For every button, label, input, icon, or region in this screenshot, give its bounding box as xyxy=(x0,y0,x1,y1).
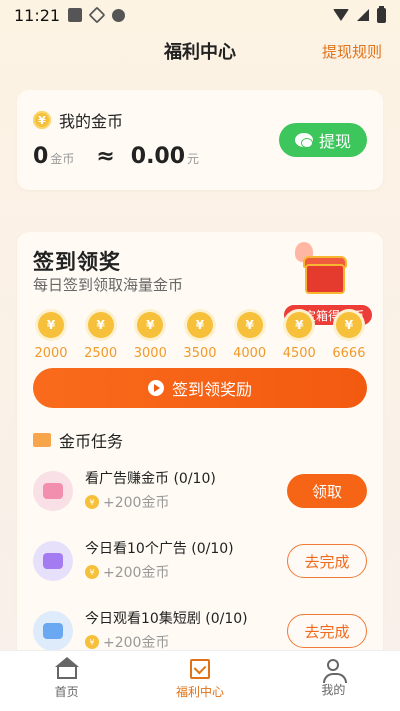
signin-subtitle: 每日签到领取海量金币 xyxy=(33,276,184,294)
coin-icon: ¥ xyxy=(286,312,313,338)
treasure-chest-icon[interactable] xyxy=(291,242,361,302)
signin-day-amount: 3000 xyxy=(133,346,167,361)
signin-card: 签到领奖 每日签到领取海量金币 开宝箱得金币 ¥2000 ¥2500 ¥3000… xyxy=(17,232,383,692)
coin-icon: ¥ xyxy=(186,312,213,338)
home-icon xyxy=(54,657,79,679)
signin-day-amount: 2000 xyxy=(34,346,68,361)
nav-home[interactable]: 首页 xyxy=(0,651,133,711)
task-reward: ¥ +200金币 xyxy=(85,632,169,652)
nav-welfare[interactable]: 福利中心 xyxy=(133,651,266,711)
app-notification-icon xyxy=(112,8,126,22)
nav-me-label: 我的 xyxy=(321,683,346,697)
coin-count-unit: 金币 xyxy=(50,152,75,166)
signin-day: ¥3000 xyxy=(126,312,174,361)
signin-days: ¥2000 ¥2500 ¥3000 ¥3500 ¥4000 ¥4500 ¥666… xyxy=(27,312,373,361)
nav-home-label: 首页 xyxy=(54,685,79,699)
task-claim-button[interactable]: 领取 xyxy=(287,474,367,508)
coin-icon: ¥ xyxy=(33,111,51,129)
task-reward: ¥ +200金币 xyxy=(85,492,169,512)
signin-day-amount: 3500 xyxy=(183,346,217,361)
task-reward: ¥ +200金币 xyxy=(85,562,169,582)
package-icon xyxy=(88,6,106,24)
withdraw-button[interactable]: 提现 xyxy=(279,123,367,157)
bottom-nav: 首页 福利中心 我的 xyxy=(0,650,400,711)
signin-button-label: 签到领奖励 xyxy=(171,380,252,399)
task-row: 看广告赚金币 (0/10) ¥ +200金币 领取 xyxy=(33,468,367,514)
withdraw-rules-link[interactable]: 提现规则 xyxy=(322,41,382,62)
task-reward-text: +200金币 xyxy=(103,565,170,581)
tasks-heading: 金币任务 xyxy=(33,428,123,452)
ad-icon xyxy=(33,541,73,581)
task-name: 今日观看10集短剧 (0/10) xyxy=(85,611,248,627)
wifi-icon xyxy=(333,9,349,21)
signin-day: ¥6666 xyxy=(325,312,373,361)
signin-day: ¥3500 xyxy=(176,312,224,361)
signin-reward-button[interactable]: 签到领奖励 xyxy=(33,368,367,408)
task-reward-text: +200金币 xyxy=(103,495,170,511)
task-name: 看广告赚金币 (0/10) xyxy=(85,471,216,487)
task-complete-button[interactable]: 去完成 xyxy=(287,544,367,578)
tasks-heading-label: 金币任务 xyxy=(59,432,124,451)
money-unit: 元 xyxy=(187,152,200,166)
wechat-icon xyxy=(294,133,313,148)
page-header: 福利中心 提现规则 xyxy=(0,30,400,72)
coin-icon: ¥ xyxy=(236,312,263,338)
task-row: 今日看10个广告 (0/10) ¥ +200金币 去完成 xyxy=(33,538,367,584)
user-icon xyxy=(323,659,348,683)
signin-day: ¥4000 xyxy=(226,312,274,361)
coins-card: ¥ 我的金币 0 金币 ≈ 0.00 元 提现 xyxy=(17,90,383,190)
coin-icon: ¥ xyxy=(38,312,64,338)
coin-count: 0 xyxy=(33,144,49,169)
battery-icon xyxy=(377,5,386,23)
coin-icon: ¥ xyxy=(85,495,99,509)
drama-icon xyxy=(33,611,73,651)
task-complete-button[interactable]: 去完成 xyxy=(287,614,367,648)
coin-icon: ¥ xyxy=(85,565,99,579)
notification-icon xyxy=(68,8,83,22)
status-time: 11:21 xyxy=(14,5,61,25)
signin-day-amount: 4500 xyxy=(282,346,316,361)
signin-day: ¥2500 xyxy=(77,312,125,361)
nav-welfare-label: 福利中心 xyxy=(175,685,224,699)
page-title: 福利中心 xyxy=(164,42,236,63)
welfare-icon xyxy=(189,659,210,679)
coin-icon: ¥ xyxy=(85,635,99,649)
signin-title: 签到领奖 xyxy=(33,250,121,274)
signin-day-amount: 4000 xyxy=(233,346,267,361)
signin-day: ¥4500 xyxy=(275,312,323,361)
status-bar: 11:21 xyxy=(0,0,400,30)
task-row: 今日观看10集短剧 (0/10) ¥ +200金币 去完成 xyxy=(33,608,367,654)
withdraw-label: 提现 xyxy=(318,132,351,151)
coin-icon: ¥ xyxy=(137,312,164,338)
coin-icon: ¥ xyxy=(87,312,114,338)
nav-me[interactable]: 我的 xyxy=(267,651,400,711)
signin-day-amount: 6666 xyxy=(332,346,366,361)
coin-icon: ¥ xyxy=(335,312,362,338)
money-amount: 0.00 xyxy=(130,144,186,169)
task-name: 今日看10个广告 (0/10) xyxy=(85,541,234,557)
task-reward-text: +200金币 xyxy=(103,635,170,651)
play-icon xyxy=(147,380,164,396)
signin-day-amount: 2500 xyxy=(84,346,118,361)
heart-video-icon xyxy=(33,471,73,511)
signin-day: ¥2000 xyxy=(27,312,75,361)
signal-icon xyxy=(357,9,369,21)
approx-sign: ≈ xyxy=(96,144,115,169)
scroll-icon xyxy=(33,433,51,447)
coins-title: 我的金币 xyxy=(59,112,124,131)
